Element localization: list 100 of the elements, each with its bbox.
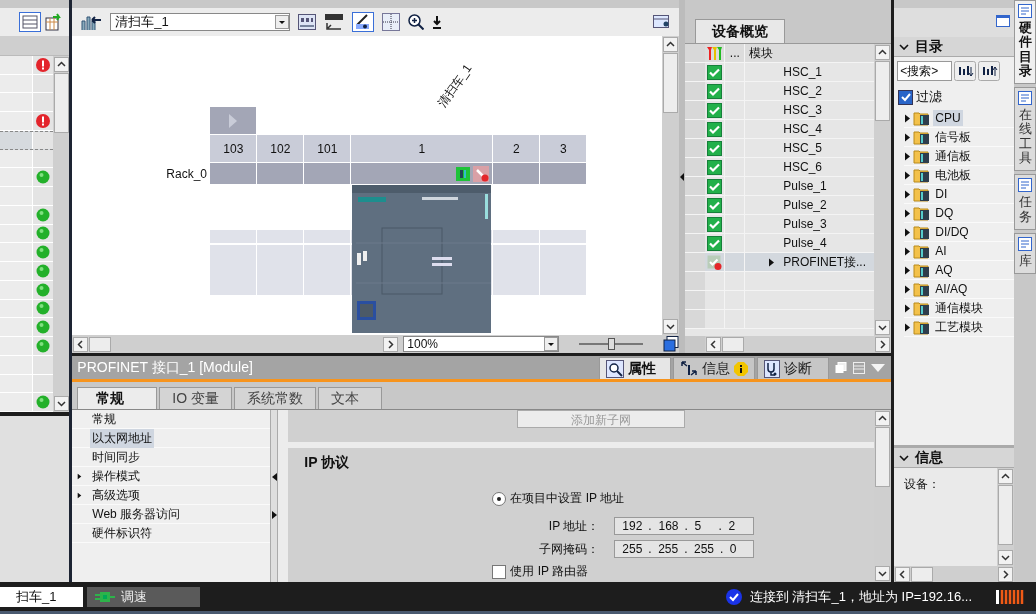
panel-title: 信息 — [915, 448, 944, 467]
scrollbar-thumb[interactable] — [89, 336, 112, 352]
octet-value: 0 — [729, 542, 738, 556]
side-tab[interactable]: 任务 — [1014, 174, 1036, 230]
scroll-up-icon[interactable] — [998, 469, 1014, 484]
export-table-icon[interactable] — [45, 13, 64, 31]
scroll-down-icon[interactable] — [998, 550, 1014, 565]
scroll-left-icon[interactable] — [706, 336, 722, 352]
scroll-left-icon[interactable] — [895, 566, 911, 582]
table-view-icon[interactable] — [19, 12, 42, 32]
scroll-right-icon[interactable] — [875, 336, 891, 352]
catalog-item[interactable]: AI — [933, 243, 949, 259]
rack-width-icon[interactable] — [298, 14, 317, 30]
scrollbar-thumb[interactable] — [911, 566, 934, 582]
window-icon[interactable] — [996, 15, 1011, 27]
module-name: Pulse_4 — [783, 236, 827, 250]
table-row[interactable]: PROFINET接... — [685, 253, 875, 272]
property-tab[interactable]: 系统常数 — [234, 387, 316, 409]
filter-checkbox[interactable] — [898, 89, 914, 105]
table-row[interactable]: Pulse_3 — [685, 215, 875, 234]
scroll-left-icon[interactable] — [73, 336, 89, 352]
expand-arrow-icon[interactable] — [77, 471, 83, 481]
nav-item[interactable]: Web 服务器访问 — [90, 504, 183, 524]
device-dropdown[interactable]: 清扫车_1 — [110, 13, 291, 31]
scrollbar-thumb[interactable] — [663, 53, 679, 113]
side-tab[interactable]: 在线工具 — [1014, 87, 1036, 172]
overview-tab[interactable]: 设备概览 — [695, 19, 786, 43]
property-tab[interactable]: 常规 — [77, 387, 158, 409]
table-row[interactable]: Pulse_1 — [685, 177, 875, 196]
ip-address-field[interactable]: 192 . 168 . 5 . 2 — [614, 517, 755, 535]
radio-button[interactable] — [492, 491, 507, 506]
scrollbar-thumb[interactable] — [998, 485, 1014, 545]
sort-down-icon[interactable] — [954, 61, 977, 81]
side-tab[interactable]: 库 — [1014, 232, 1036, 275]
online-icon — [456, 166, 471, 181]
panel-user-icon[interactable] — [653, 14, 672, 30]
catalog-item[interactable]: CPU — [933, 110, 963, 126]
module-name: Pulse_1 — [783, 179, 827, 193]
catalog-item[interactable]: 通信板 — [933, 146, 974, 166]
catalog-item[interactable]: 信号板 — [933, 127, 974, 147]
scroll-up-icon[interactable] — [54, 57, 69, 72]
scroll-right-icon[interactable] — [998, 566, 1014, 582]
scroll-up-icon[interactable] — [663, 37, 679, 52]
checkbox[interactable] — [492, 564, 507, 579]
scrollbar-thumb[interactable] — [875, 61, 891, 121]
collapse-chevron-icon[interactable] — [899, 454, 910, 461]
overview-navigation-icon[interactable] — [663, 336, 680, 352]
expand-arrow-icon[interactable] — [768, 257, 776, 267]
catalog-item[interactable]: AQ — [933, 262, 955, 278]
scroll-up-icon[interactable] — [875, 45, 891, 60]
download-icon[interactable] — [432, 15, 443, 29]
taskbar-tab[interactable]: 调速 — [87, 586, 200, 607]
nav-item[interactable]: 硬件标识符 — [90, 523, 155, 543]
property-tab[interactable]: 文本 — [318, 387, 382, 409]
table-row[interactable]: HSC_6 — [685, 158, 875, 177]
table-row[interactable]: HSC_1 — [685, 63, 875, 82]
catalog-item[interactable]: 电池板 — [933, 165, 974, 185]
octet-separator: . — [684, 542, 688, 556]
side-tab[interactable]: 硬件目录 — [1014, 0, 1036, 85]
scroll-down-icon[interactable] — [54, 396, 69, 411]
search-field[interactable]: <搜索> — [897, 61, 953, 81]
nav-item[interactable]: 常规 — [90, 409, 119, 429]
expand-arrow-icon[interactable] — [77, 490, 83, 500]
scroll-up-icon[interactable] — [875, 411, 891, 426]
scroll-right-icon[interactable] — [383, 336, 399, 352]
nav-item[interactable]: 高级选项 — [90, 485, 143, 505]
table-row[interactable]: HSC_5 — [685, 139, 875, 158]
table-row[interactable]: HSC_4 — [685, 120, 875, 139]
table-row[interactable]: Pulse_2 — [685, 196, 875, 215]
inspector-tab[interactable]: 信息 — [673, 357, 756, 379]
nav-item[interactable]: 操作模式 — [90, 466, 143, 486]
scrollbar-thumb[interactable] — [54, 73, 69, 133]
property-tab[interactable]: IO 变量 — [159, 387, 232, 409]
view-toggle-icon[interactable] — [352, 12, 375, 32]
catalog-item[interactable]: 通信模块 — [933, 298, 986, 318]
nav-item[interactable]: 时间同步 — [90, 447, 143, 467]
inspector-tab[interactable]: 属性 — [599, 357, 672, 379]
catalog-item[interactable]: DQ — [933, 205, 956, 221]
scroll-down-icon[interactable] — [663, 319, 679, 334]
scrollbar-thumb[interactable] — [875, 427, 891, 487]
ip-address-field[interactable]: 255 . 255 . 255 . 0 — [614, 540, 755, 558]
zoom-dropdown[interactable]: 100% — [403, 336, 560, 352]
zoom-in-icon[interactable] — [408, 14, 425, 30]
grid-icon[interactable] — [382, 13, 401, 31]
sort-up-icon[interactable] — [978, 61, 1001, 81]
folder-icon — [913, 319, 932, 335]
collapse-chevron-icon[interactable] — [899, 43, 910, 50]
device-arrow-icon[interactable] — [80, 13, 103, 31]
scroll-down-icon[interactable] — [875, 566, 891, 581]
catalog-item[interactable]: 工艺模块 — [933, 317, 986, 337]
taskbar-tab[interactable]: 扫车_1 — [0, 586, 83, 607]
scroll-down-icon[interactable] — [875, 320, 891, 335]
catalog-item[interactable]: AI/AQ — [933, 281, 970, 297]
inspector-tab[interactable]: 诊断 — [757, 357, 830, 379]
catalog-item[interactable]: DI/DQ — [933, 224, 971, 240]
table-row[interactable]: HSC_3 — [685, 101, 875, 120]
name-icon[interactable] — [324, 13, 345, 31]
catalog-item[interactable]: DI — [933, 186, 950, 202]
scrollbar-thumb[interactable] — [722, 336, 745, 352]
table-row[interactable]: HSC_2 — [685, 82, 875, 101]
